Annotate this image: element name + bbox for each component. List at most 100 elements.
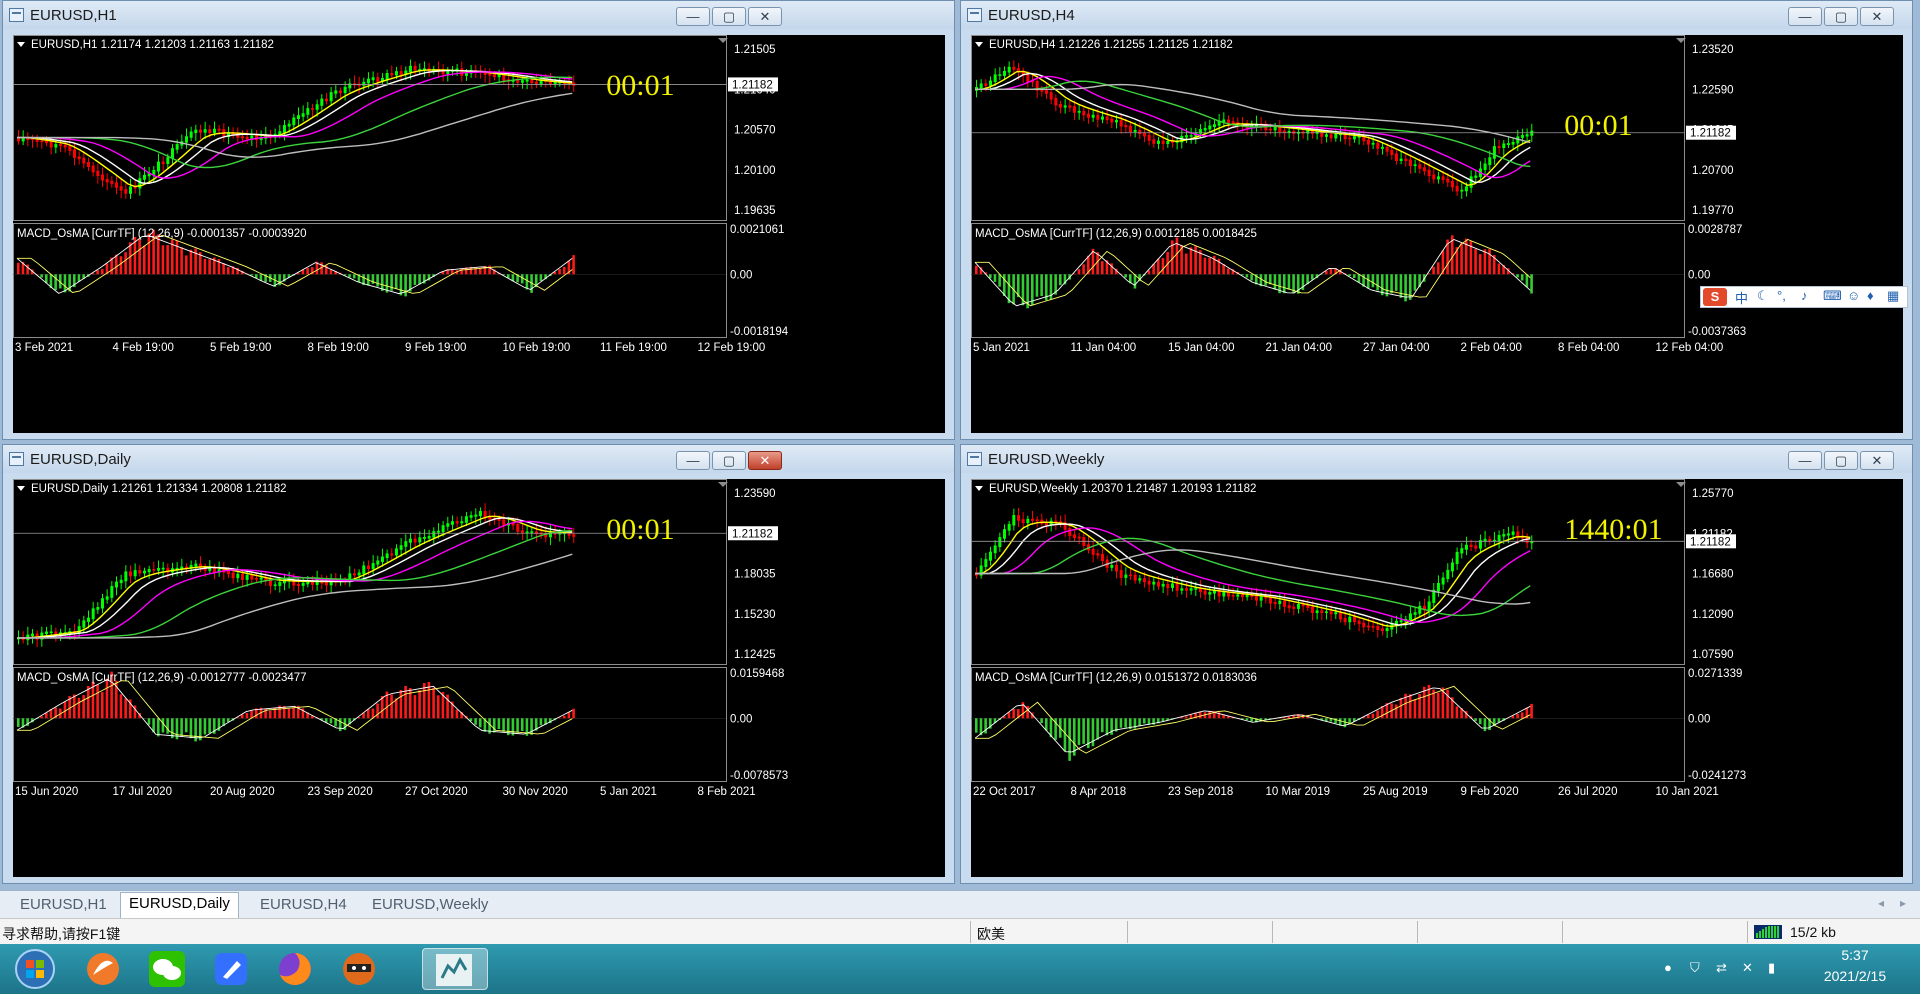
macd-histogram-bar [292, 707, 295, 719]
candle-body [1446, 569, 1450, 580]
price-chart[interactable]: EURUSD,H1 1.21174 1.21203 1.21163 1.2118… [13, 35, 945, 433]
taskbar-clock-time[interactable]: 5:37 [1815, 947, 1895, 963]
tab-scroll-right-icon[interactable]: ▸ [1900, 896, 1906, 910]
moon-icon[interactable]: ☾ [1757, 288, 1769, 304]
candle-body [1138, 578, 1142, 581]
macd-histogram-bar [1525, 274, 1529, 288]
macd-histogram-bar [418, 690, 421, 719]
wechat-tray-icon[interactable]: ● [1664, 960, 1672, 975]
candle-body [1161, 583, 1165, 587]
ninja-app-icon[interactable] [330, 948, 388, 990]
candle-body [226, 570, 230, 575]
macd-histogram-bar [376, 703, 379, 719]
start-orb-icon[interactable] [6, 947, 64, 991]
candle-body [362, 565, 366, 574]
chart-window-weekly[interactable]: EURUSD,Weekly — ▢ ✕ EURUSD,Weekly 1.2037… [960, 444, 1913, 884]
macd-histogram-bar [63, 274, 67, 293]
macd-histogram-bar [156, 718, 160, 737]
chart-area[interactable]: EURUSD,Weekly 1.20370 1.21487 1.20193 1.… [971, 479, 1903, 877]
minimize-button[interactable]: — [676, 451, 710, 470]
window-titlebar[interactable]: EURUSD,H4 — ▢ ✕ [961, 1, 1912, 29]
macd-histogram-bar [329, 718, 333, 724]
candle-body [1422, 167, 1426, 172]
chart-window-daily[interactable]: EURUSD,Daily — ▢ ✕ EURUSD,Daily 1.21261 … [2, 444, 955, 884]
macd-histogram-bar [539, 718, 543, 726]
window-titlebar[interactable]: EURUSD,Daily — ▢ ✕ [3, 445, 954, 473]
candle-body [1469, 544, 1473, 548]
signal-tray-icon[interactable]: ▮ [1768, 960, 1775, 976]
mt4-terminal-icon[interactable] [422, 948, 488, 990]
microphone-icon[interactable]: ♪ [1801, 288, 1808, 303]
taskbar-clock-date[interactable]: 2021/2/15 [1815, 968, 1895, 984]
time-axis-label: 23 Sep 2020 [308, 786, 373, 798]
sogou-ime-logo[interactable]: S [1703, 288, 1727, 306]
macd-histogram-bar [404, 274, 407, 297]
macd-histogram-bar [1408, 694, 1412, 719]
keyboard-icon[interactable]: ⌨ [1823, 288, 1842, 304]
ma-yellow-line [17, 69, 573, 188]
candle-body [1240, 594, 1244, 598]
macd-histogram-bar [1478, 718, 1482, 725]
firefox-icon[interactable] [266, 948, 324, 990]
candle-body [1273, 126, 1277, 131]
macd-histogram-bar [455, 709, 459, 719]
user-icon[interactable]: ☺ [1847, 288, 1860, 303]
price-chart[interactable]: EURUSD,H4 1.21226 1.21255 1.21125 1.2118… [971, 35, 1903, 433]
macd-histogram-bar [1408, 274, 1412, 300]
candle-body [100, 598, 104, 609]
price-chart[interactable]: EURUSD,Weekly 1.20370 1.21487 1.20193 1.… [971, 479, 1903, 877]
macd-histogram-bar [1161, 258, 1165, 275]
close-button[interactable]: ✕ [748, 451, 782, 470]
tab-eurusd-daily[interactable]: EURUSD,Daily [120, 892, 239, 918]
tab-eurusd-weekly[interactable]: EURUSD,Weekly [364, 894, 496, 916]
candle-body [212, 128, 216, 134]
window-titlebar[interactable]: EURUSD,H1 — ▢ ✕ [3, 1, 954, 29]
skin-icon[interactable]: ♦ [1867, 288, 1874, 303]
chart-area[interactable]: EURUSD,Daily 1.21261 1.21334 1.20808 1.2… [13, 479, 945, 877]
macd-histogram-bar [525, 274, 529, 290]
minimize-button[interactable]: — [676, 7, 710, 26]
maximize-button[interactable]: ▢ [712, 7, 746, 26]
price-chart[interactable]: EURUSD,Daily 1.21261 1.21334 1.20808 1.2… [13, 479, 945, 877]
shield-tray-icon[interactable]: ⛉ [1690, 960, 1700, 976]
window-titlebar[interactable]: EURUSD,Weekly — ▢ ✕ [961, 445, 1912, 473]
rocket-app-icon[interactable] [74, 948, 132, 990]
candle-body [408, 538, 412, 543]
close-button[interactable]: ✕ [748, 7, 782, 26]
chart-area[interactable]: EURUSD,H1 1.21174 1.21203 1.21163 1.2118… [13, 35, 945, 433]
macd-histogram-bar [1520, 712, 1524, 719]
maximize-button[interactable]: ▢ [1824, 7, 1858, 26]
macd-histogram-bar [208, 259, 211, 275]
ime-language-toggle[interactable]: 中 [1735, 288, 1748, 307]
minimize-button[interactable]: — [1788, 451, 1822, 470]
maximize-button[interactable]: ▢ [1824, 451, 1858, 470]
ime-toolbar[interactable]: S 中 ☾ °, ♪ ⌨ ☺ ♦ ▦ [1700, 286, 1908, 308]
status-profile[interactable]: 欧美 [977, 924, 1005, 944]
volume-mute-icon[interactable]: ✕ [1742, 960, 1753, 976]
tab-eurusd-h1[interactable]: EURUSD,H1 [12, 894, 115, 916]
macd-axis-label: 0.0021061 [730, 224, 784, 236]
tab-scroll-left-icon[interactable]: ◂ [1878, 896, 1884, 910]
punctuation-icon[interactable]: °, [1777, 288, 1786, 303]
candle-body [1156, 581, 1160, 587]
wechat-icon[interactable] [138, 948, 196, 990]
toolbox-icon[interactable]: ▦ [1887, 288, 1899, 304]
feishu-docs-icon[interactable] [202, 948, 260, 990]
chart-window-h4[interactable]: EURUSD,H4 — ▢ ✕ EURUSD,H4 1.21226 1.2125… [960, 0, 1913, 440]
tab-eurusd-h4[interactable]: EURUSD,H4 [252, 894, 355, 916]
price-axis-label: 1.20700 [1692, 165, 1734, 177]
maximize-button[interactable]: ▢ [712, 451, 746, 470]
candle-body [1068, 105, 1072, 108]
candle-body [203, 129, 207, 133]
network-tray-icon[interactable]: ⇄ [1716, 960, 1727, 976]
close-button[interactable]: ✕ [1860, 7, 1894, 26]
close-button[interactable]: ✕ [1860, 451, 1894, 470]
chart-area[interactable]: EURUSD,H4 1.21226 1.21255 1.21125 1.2118… [971, 35, 1903, 433]
candle-body [1096, 114, 1100, 120]
chart-window-h1[interactable]: EURUSD,H1 — ▢ ✕ EURUSD,H1 1.21174 1.2120… [2, 0, 955, 440]
chart-window-icon [9, 452, 24, 466]
candle-body [119, 579, 123, 584]
minimize-button[interactable]: — [1788, 7, 1822, 26]
chart-window-icon [967, 8, 982, 22]
time-axis-label: 10 Jan 2021 [1656, 786, 1719, 798]
